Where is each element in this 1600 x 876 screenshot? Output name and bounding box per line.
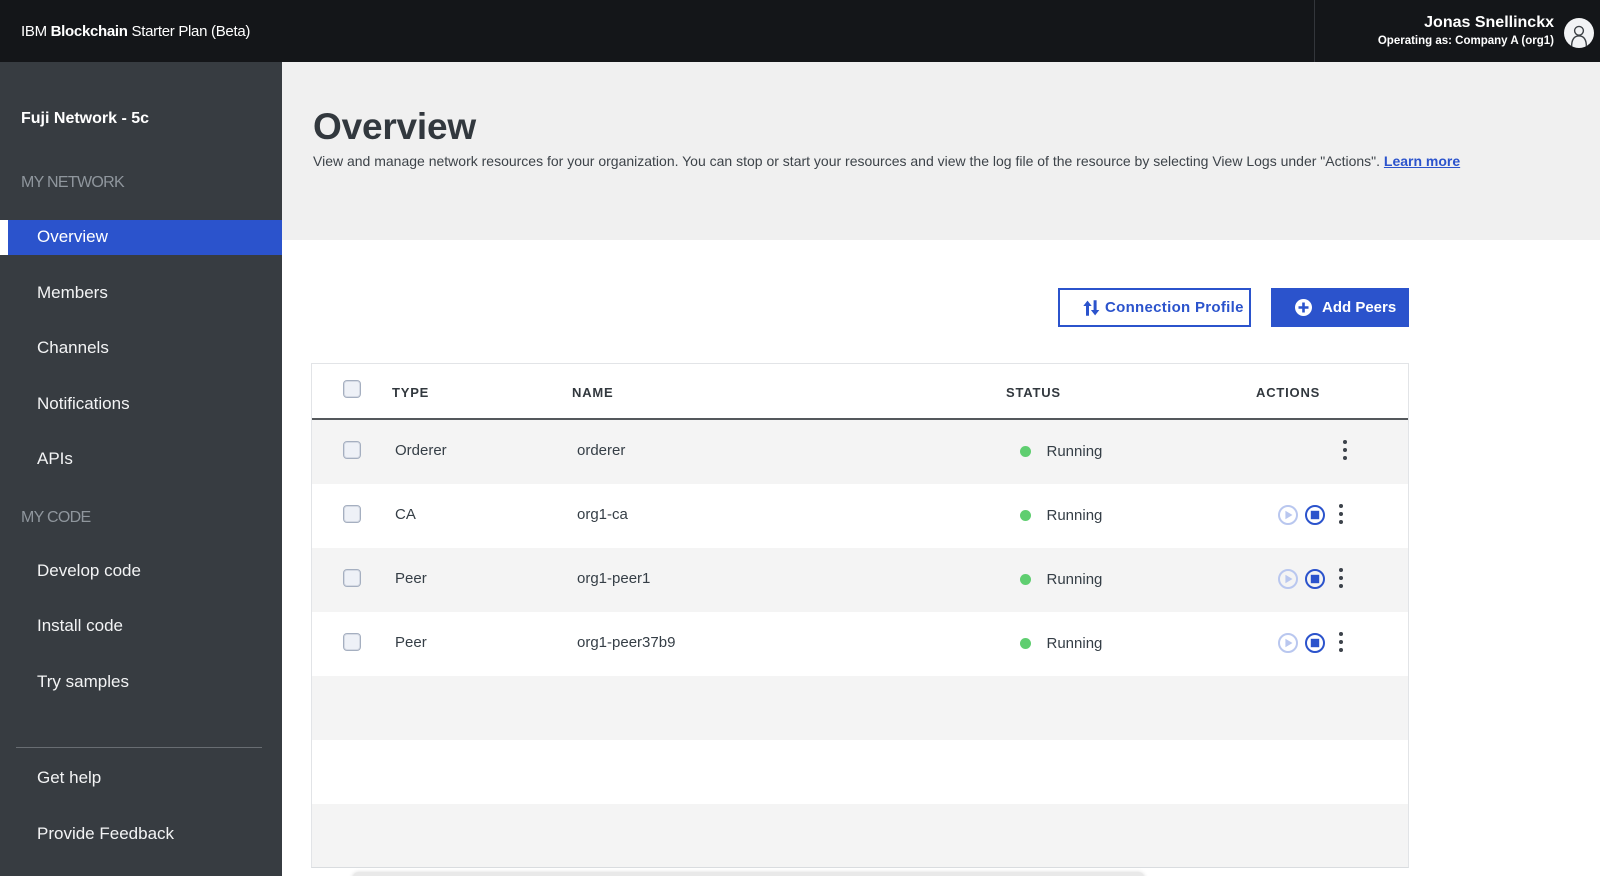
page-title: Overview (313, 106, 476, 147)
sidebar-item-members[interactable]: Members (0, 275, 282, 310)
sidebar-item-install-code[interactable]: Install code (0, 609, 282, 644)
user-name: Jonas Snellinckx (1424, 14, 1554, 31)
select-all-checkbox[interactable] (343, 380, 361, 398)
row-checkbox[interactable] (343, 441, 361, 459)
empty-table-row (312, 740, 1408, 804)
status-cell: Running (1006, 507, 1256, 524)
user-operating-as: Operating as: Company A (org1) (1377, 35, 1554, 47)
overflow-menu-button[interactable] (1336, 440, 1354, 460)
overflow-menu-button[interactable] (1332, 568, 1350, 588)
actions-cell (1256, 504, 1408, 526)
name-cell: org1-peer37b9 (577, 633, 676, 651)
sort-arrows-icon (1083, 299, 1100, 316)
page-description: View and manage network resources for yo… (313, 151, 1460, 172)
name-cell: org1-peer1 (577, 569, 651, 587)
status-label: Running (1046, 634, 1103, 652)
row-select-cell (312, 569, 392, 589)
app-header: IBM Blockchain Starter Plan (Beta) Jonas… (0, 0, 1600, 62)
sidebar-item-provide-feedback[interactable]: Provide Feedback (0, 817, 282, 852)
column-header-status: STATUS (1006, 384, 1061, 400)
sidebar-item-try-samples[interactable]: Try samples (0, 664, 282, 699)
type-cell: CA (395, 505, 416, 523)
stop-button[interactable] (1305, 505, 1325, 525)
column-header-actions: ACTIONS (1256, 384, 1321, 400)
status-label: Running (1046, 506, 1103, 524)
start-button[interactable] (1278, 569, 1298, 589)
sidebar-item-apis[interactable]: APIs (0, 442, 282, 477)
add-peers-button[interactable]: Add Peers (1271, 288, 1409, 327)
column-header-name: NAME (572, 384, 614, 400)
network-title: Fuji Network - 5c (21, 110, 150, 127)
status-dot-icon (1019, 509, 1031, 521)
row-checkbox[interactable] (343, 633, 361, 651)
user-avatar-icon[interactable] (1564, 18, 1594, 48)
status-cell: Running (1006, 635, 1256, 652)
brand: IBM Blockchain Starter Plan (Beta) (21, 0, 250, 62)
user-block[interactable]: Jonas Snellinckx Operating as: Company A… (1378, 0, 1554, 62)
horizontal-scrollbar-thumb[interactable] (353, 872, 1144, 876)
learn-more-link[interactable]: Learn more (1384, 153, 1460, 169)
sidebar-item-develop-code[interactable]: Develop code (0, 553, 282, 588)
row-select-cell (312, 505, 392, 525)
actions-cell (1256, 568, 1408, 590)
table-row: Peer org1-peer37b9 Running (312, 612, 1408, 676)
connection-profile-button[interactable]: Connection Profile (1058, 288, 1251, 327)
connection-profile-label: Connection Profile (1105, 299, 1244, 316)
table-row: CA org1-ca Running (312, 484, 1408, 548)
resources-table: TYPE NAME STATUS ACTIONS Orderer orderer… (311, 363, 1409, 868)
status-label: Running (1046, 570, 1103, 588)
page-header-band: Overview View and manage network resourc… (282, 62, 1600, 240)
brand-plan: Starter Plan (Beta) (127, 22, 251, 40)
table-row: Orderer orderer Running (312, 420, 1408, 484)
overflow-menu-button[interactable] (1332, 504, 1350, 524)
row-checkbox[interactable] (343, 505, 361, 523)
add-icon (1295, 299, 1312, 316)
status-dot-icon (1019, 637, 1031, 649)
sidebar-item-get-help[interactable]: Get help (0, 760, 282, 795)
status-dot-icon (1019, 573, 1031, 585)
select-all-cell (312, 380, 392, 400)
page-description-text: View and manage network resources for yo… (313, 153, 1384, 169)
sidebar-item-overview[interactable]: Overview (0, 219, 282, 255)
sidebar-section-label: MY NETWORK (21, 173, 125, 191)
name-cell: org1-ca (577, 505, 628, 523)
start-button[interactable] (1278, 633, 1298, 653)
actions-cell (1256, 440, 1408, 462)
status-cell: Running (1006, 571, 1256, 588)
actions-cell (1256, 632, 1408, 654)
sidebar-divider (16, 747, 262, 748)
brand-ibm: IBM (21, 22, 51, 40)
stop-button[interactable] (1305, 633, 1325, 653)
table-header-row: TYPE NAME STATUS ACTIONS (312, 364, 1408, 420)
sidebar-item-channels[interactable]: Channels (0, 331, 282, 366)
type-cell: Peer (395, 633, 427, 651)
row-checkbox[interactable] (343, 569, 361, 587)
name-cell: orderer (577, 441, 626, 459)
type-cell: Peer (395, 569, 427, 587)
empty-table-row (312, 804, 1408, 867)
empty-table-row (312, 676, 1408, 740)
overflow-menu-button[interactable] (1332, 632, 1350, 652)
stop-button[interactable] (1305, 569, 1325, 589)
type-cell: Orderer (395, 441, 447, 459)
column-header-type: TYPE (392, 384, 430, 400)
sidebar-section-label: MY CODE (21, 508, 91, 526)
sidebar: Fuji Network - 5c MY NETWORK Overview Memb… (0, 62, 282, 876)
header-divider (1314, 0, 1315, 62)
row-select-cell (312, 633, 392, 653)
main-content: Overview View and manage network resourc… (282, 62, 1600, 876)
sidebar-item-notifications[interactable]: Notifications (0, 386, 282, 421)
table-row: Peer org1-peer1 Running (312, 548, 1408, 612)
status-label: Running (1046, 442, 1103, 460)
status-cell: Running (1006, 443, 1256, 460)
start-button[interactable] (1278, 505, 1298, 525)
add-peers-label: Add Peers (1322, 299, 1397, 316)
row-select-cell (312, 441, 392, 461)
brand-product: Blockchain (50, 22, 128, 40)
status-dot-icon (1019, 445, 1031, 457)
